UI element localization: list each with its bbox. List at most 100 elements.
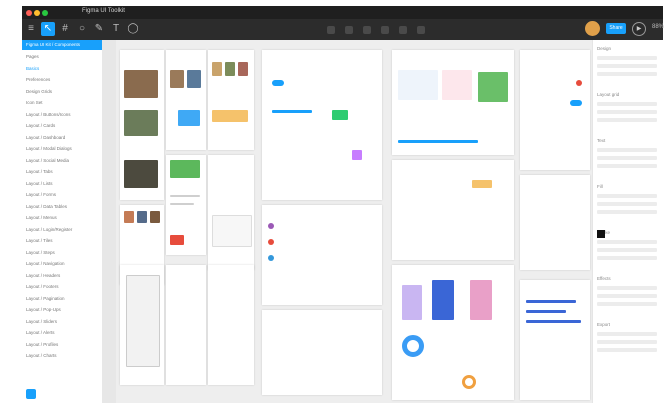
property-field[interactable] <box>597 240 657 244</box>
layer-item[interactable]: Layout / Tiles <box>26 238 53 243</box>
properties-section-label: Effects <box>597 276 611 281</box>
close-window-icon[interactable] <box>26 10 32 16</box>
layer-item[interactable]: Basics <box>26 66 39 71</box>
present-icon[interactable]: ▶ <box>632 22 646 36</box>
layer-item[interactable]: Layout / Sliders <box>26 319 57 324</box>
window-title: Figma UI Toolkit <box>82 8 125 14</box>
component-icon[interactable] <box>327 26 335 34</box>
frame-contacts[interactable] <box>262 205 382 305</box>
shape-tool-icon[interactable]: ○ <box>75 22 89 36</box>
property-field[interactable] <box>597 118 657 122</box>
user-avatar[interactable] <box>585 21 600 36</box>
properties-section-label: Export <box>597 322 611 327</box>
layer-item[interactable]: Pages <box>26 54 39 59</box>
zoom-level[interactable]: 88% <box>652 24 664 30</box>
layer-item[interactable]: Layout / Headers <box>26 273 60 278</box>
property-field[interactable] <box>597 194 657 198</box>
properties-section-label: Fill <box>597 184 603 189</box>
layer-item[interactable]: Layout / Buttons/Icons <box>26 112 71 117</box>
layers-panel: Figma UI Kit / Components Pages Basics Pre… <box>22 40 103 403</box>
property-field[interactable] <box>597 256 657 260</box>
property-field[interactable] <box>597 348 657 352</box>
center-tool-group <box>322 23 452 35</box>
property-field[interactable] <box>597 202 657 206</box>
layer-item[interactable]: Design Grids <box>26 89 52 94</box>
frame-settings[interactable] <box>208 265 254 385</box>
frame-calendar[interactable] <box>208 155 254 270</box>
share-button[interactable]: Share <box>606 23 626 34</box>
layer-item[interactable]: Layout / Charts <box>26 353 57 358</box>
property-field[interactable] <box>597 102 657 106</box>
layer-item[interactable]: Layout / Steps <box>26 250 55 255</box>
selected-page[interactable]: Figma UI Kit / Components <box>22 40 102 50</box>
layer-item[interactable]: Layout / Modal Dialogs <box>26 146 72 151</box>
help-button[interactable] <box>26 389 36 399</box>
layer-item[interactable]: Layout / Cards <box>26 123 55 128</box>
property-field[interactable] <box>597 156 657 160</box>
property-field[interactable] <box>597 286 657 290</box>
frame-list[interactable] <box>166 155 206 255</box>
frame-sliders[interactable] <box>520 175 590 270</box>
frame-bars[interactable] <box>520 280 590 400</box>
property-field[interactable] <box>597 332 657 336</box>
comment-tool-icon[interactable]: ◯ <box>126 22 140 36</box>
layer-item[interactable]: Layout / Profiles <box>26 342 58 347</box>
align-icon[interactable] <box>399 26 407 34</box>
frame-tool-icon[interactable]: # <box>58 22 72 36</box>
layer-item[interactable]: Layout / Menus <box>26 215 57 220</box>
property-field[interactable] <box>597 294 657 298</box>
frame-mobile[interactable] <box>120 265 164 385</box>
layer-item[interactable]: Icon Set <box>26 100 43 105</box>
move-tool-icon[interactable]: ↖ <box>41 22 55 36</box>
design-canvas[interactable] <box>102 40 592 403</box>
layer-item[interactable]: Layout / Pop-Ups <box>26 307 61 312</box>
layer-item[interactable]: Layout / Forms <box>26 192 56 197</box>
layer-item[interactable]: Layout / Navigation <box>26 261 65 266</box>
layer-item[interactable]: Layout / Social Media <box>26 158 69 163</box>
frame-tables[interactable] <box>262 310 382 395</box>
layer-item[interactable]: Layout / Dashboard <box>26 135 65 140</box>
layer-item[interactable]: Layout / Alerts <box>26 330 55 335</box>
layer-item[interactable]: Layout / Pagination <box>26 296 65 301</box>
menu-icon[interactable]: ≡ <box>24 22 38 36</box>
frame-images[interactable] <box>208 50 254 150</box>
layer-item[interactable]: Layout / Data Tables <box>26 204 67 209</box>
tool-strip: ≡ ↖ # ○ ✎ T ◯ Share ▶ 88% <box>22 19 664 40</box>
property-field[interactable] <box>597 210 657 214</box>
frame-form[interactable] <box>166 265 206 385</box>
property-field[interactable] <box>597 64 657 68</box>
property-field[interactable] <box>597 302 657 306</box>
property-field[interactable] <box>597 340 657 344</box>
maximize-window-icon[interactable] <box>42 10 48 16</box>
property-field[interactable] <box>597 110 657 114</box>
text-tool-icon[interactable]: T <box>109 22 123 36</box>
property-field[interactable] <box>597 248 657 252</box>
layer-item[interactable]: Layout / Footers <box>26 284 59 289</box>
pen-tool-icon[interactable]: ✎ <box>92 22 106 36</box>
fill-icon[interactable] <box>381 26 389 34</box>
mask-icon[interactable] <box>345 26 353 34</box>
property-field[interactable] <box>597 72 657 76</box>
canvas-ruler <box>102 40 116 403</box>
minimize-window-icon[interactable] <box>34 10 40 16</box>
frame-pricing[interactable] <box>392 160 514 260</box>
layer-item[interactable]: Layout / Tabs <box>26 169 53 174</box>
fill-color-swatch[interactable] <box>597 230 605 238</box>
property-field[interactable] <box>597 164 657 168</box>
property-field[interactable] <box>597 56 657 60</box>
layer-item[interactable]: Layout / Login/Register <box>26 227 72 232</box>
properties-section-label: Layout grid <box>597 92 620 97</box>
frame-gallery[interactable] <box>166 50 206 150</box>
layer-item[interactable]: Layout / Lists <box>26 181 53 186</box>
frame-charts[interactable] <box>392 265 514 400</box>
frame-controls[interactable] <box>262 50 382 200</box>
frame-dashboard[interactable] <box>392 50 514 155</box>
boolean-icon[interactable] <box>363 26 371 34</box>
frame-toggles[interactable] <box>520 50 590 170</box>
properties-panel: DesignLayout gridTextFillStrokeEffectsEx… <box>592 40 664 403</box>
frame-cards[interactable] <box>120 50 164 200</box>
crop-icon[interactable] <box>417 26 425 34</box>
layer-item[interactable]: Preferences <box>26 77 50 82</box>
property-field[interactable] <box>597 148 657 152</box>
app-toolbar: Figma UI Toolkit ≡ ↖ # ○ ✎ T ◯ Share ▶ 8… <box>22 6 664 40</box>
